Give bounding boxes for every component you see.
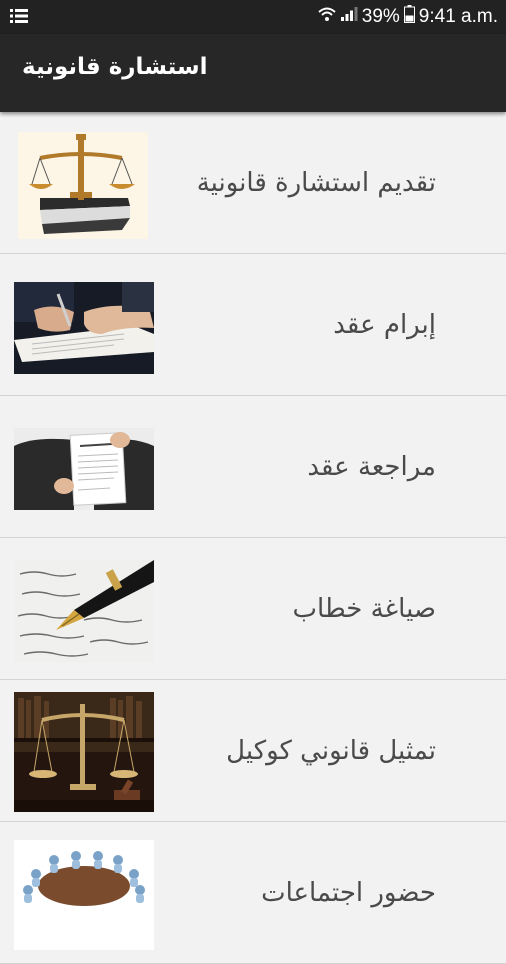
list-item-contract-review[interactable]: مراجعة عقد bbox=[0, 396, 506, 538]
scales-book-icon bbox=[18, 132, 148, 239]
signing-contract-icon bbox=[14, 282, 154, 374]
page-title: استشارة قانونية bbox=[22, 54, 208, 80]
menu-icon[interactable] bbox=[10, 8, 28, 28]
item-label: إبرام عقد bbox=[333, 309, 436, 340]
clock: 9:41 a.m. bbox=[418, 6, 498, 27]
reviewing-document-icon bbox=[14, 428, 154, 510]
signal-icon bbox=[340, 6, 358, 28]
item-label: مراجعة عقد bbox=[307, 451, 436, 482]
status-bar: 39% 9:41 a.m. bbox=[0, 0, 506, 34]
item-label: حضور اجتماعات bbox=[261, 877, 436, 908]
list-item-meetings-attendance[interactable]: حضور اجتماعات bbox=[0, 822, 506, 964]
wifi-icon bbox=[318, 6, 336, 28]
list-item-letter-drafting[interactable]: صياغة خطاب bbox=[0, 538, 506, 680]
list-item-legal-representation[interactable]: تمثيل قانوني كوكيل bbox=[0, 680, 506, 822]
services-list: تقديم استشارة قانونية إبرام عقد مراجعة ع… bbox=[0, 112, 506, 964]
app-bar: استشارة قانونية bbox=[0, 34, 506, 112]
list-item-legal-consultation[interactable]: تقديم استشارة قانونية bbox=[0, 112, 506, 254]
item-label: صياغة خطاب bbox=[292, 593, 436, 624]
battery-level: 39% bbox=[361, 6, 400, 27]
battery-icon bbox=[403, 5, 415, 29]
meeting-table-icon bbox=[14, 840, 154, 950]
item-label: تمثيل قانوني كوكيل bbox=[226, 735, 436, 766]
fountain-pen-icon bbox=[14, 560, 154, 662]
item-label: تقديم استشارة قانونية bbox=[196, 167, 436, 198]
list-item-contract-conclusion[interactable]: إبرام عقد bbox=[0, 254, 506, 396]
justice-scales-gavel-icon bbox=[14, 692, 154, 812]
